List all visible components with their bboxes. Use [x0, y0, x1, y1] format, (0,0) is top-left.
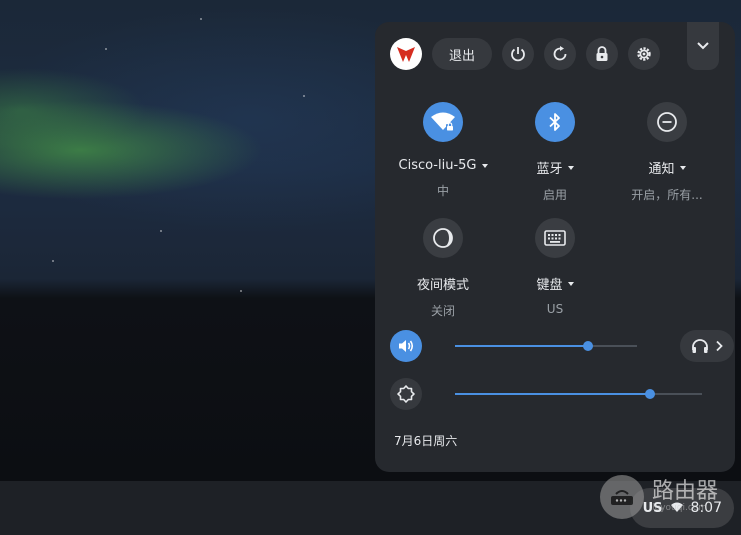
power-icon — [511, 47, 525, 62]
network-status: 中 — [436, 184, 449, 198]
keyboard-label: 键盘 — [536, 278, 563, 293]
router-icon — [600, 475, 644, 519]
bluetooth-status: 启用 — [542, 188, 567, 202]
notifications-status: 开启，所有... — [631, 188, 703, 202]
caret-down-icon — [567, 165, 574, 170]
restart-button[interactable] — [544, 38, 576, 70]
volume-fill — [455, 345, 588, 347]
wifi-locked-icon — [431, 112, 455, 131]
bluetooth-toggle[interactable] — [535, 102, 575, 142]
power-button[interactable] — [502, 38, 534, 70]
night-light-label: 夜间模式 — [416, 278, 469, 293]
star — [160, 230, 162, 232]
night-light-toggle[interactable] — [423, 218, 463, 258]
brightness-slider[interactable] — [455, 389, 702, 399]
star — [240, 290, 242, 292]
watermark-title: 路由器 — [652, 479, 719, 504]
headphones-icon — [692, 339, 708, 353]
network-toggle[interactable] — [423, 102, 463, 142]
volume-icon — [399, 340, 414, 352]
tile-night-light[interactable]: 夜间模式 关闭 — [388, 218, 498, 319]
brightness-icon — [397, 385, 415, 403]
watermark: 路由器 luyouqi.com — [600, 472, 740, 522]
settings-button[interactable] — [628, 38, 660, 70]
gear-icon — [637, 47, 651, 61]
volume-slider[interactable] — [455, 341, 637, 351]
brightness-fill — [455, 393, 651, 395]
notifications-label: 通知 — [648, 162, 675, 177]
top-bar: 退出 — [390, 38, 660, 70]
bluetooth-icon — [549, 113, 560, 131]
star — [52, 260, 54, 262]
brightness-row — [390, 378, 720, 410]
audio-output-button[interactable] — [680, 330, 734, 362]
date-label[interactable]: 7月6日周六 — [394, 432, 457, 449]
night-light-icon — [433, 228, 453, 248]
collapse-button[interactable] — [687, 22, 719, 70]
lock-button[interactable] — [586, 38, 618, 70]
keyboard-toggle[interactable] — [535, 218, 575, 258]
night-light-status: 关闭 — [430, 304, 455, 318]
tile-notifications[interactable]: 通知 开启，所有... — [612, 102, 722, 203]
watermark-sub: luyouqi.com — [652, 503, 708, 513]
chevron-right-icon — [716, 340, 723, 352]
tile-bluetooth[interactable]: 蓝牙 启用 — [500, 102, 610, 203]
star — [105, 48, 107, 50]
mute-button[interactable] — [390, 330, 422, 362]
star — [303, 95, 305, 97]
caret-down-icon — [567, 281, 574, 286]
quick-settings-panel: 退出 Cisco-liu-5G 中 蓝牙 启用 通知 开启，所有... 夜间模式… — [375, 22, 735, 472]
refresh-icon — [553, 46, 567, 61]
tile-keyboard[interactable]: 键盘 US — [500, 218, 610, 316]
caret-down-icon — [481, 163, 488, 168]
chevron-down-icon — [697, 42, 709, 50]
sign-out-button[interactable]: 退出 — [432, 38, 492, 70]
do-not-disturb-icon — [657, 112, 677, 132]
keyboard-icon — [544, 230, 566, 246]
caret-down-icon — [679, 165, 686, 170]
tile-network[interactable]: Cisco-liu-5G 中 — [388, 102, 498, 199]
bluetooth-label: 蓝牙 — [536, 162, 563, 177]
volume-thumb[interactable] — [582, 341, 593, 351]
lock-icon — [596, 46, 608, 61]
avatar[interactable] — [390, 38, 422, 70]
volume-row — [390, 330, 734, 362]
network-label: Cisco-liu-5G — [398, 158, 477, 173]
star — [200, 18, 202, 20]
notifications-toggle[interactable] — [647, 102, 687, 142]
brightness-thumb[interactable] — [645, 389, 656, 399]
keyboard-status: US — [546, 302, 564, 316]
brightness-button — [390, 378, 422, 410]
